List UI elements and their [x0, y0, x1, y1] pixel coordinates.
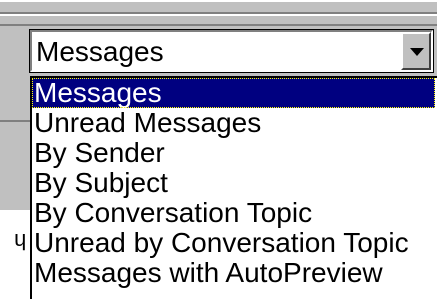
background-divider: [0, 120, 30, 122]
toolbar-separator-shadow: [0, 24, 437, 26]
combobox-dropdown-button[interactable]: [401, 32, 431, 70]
dropdown-option-unread-by-conversation-topic[interactable]: Unread by Conversation Topic: [32, 228, 409, 258]
background-partial-text: ɥ: [14, 226, 27, 251]
dropdown-option-by-sender[interactable]: By Sender: [32, 138, 165, 168]
toolbar-edge-highlight: [0, 0, 437, 2]
combobox-value: Messages: [36, 36, 164, 67]
chevron-down-icon: [410, 48, 424, 56]
view-dropdown-list[interactable]: Messages Unread Messages By Sender By Su…: [30, 76, 437, 299]
dropdown-option-messages[interactable]: Messages: [32, 78, 435, 108]
toolbar-separator-highlight: [0, 14, 437, 16]
view-combobox[interactable]: Messages: [29, 29, 434, 73]
dropdown-option-unread-messages[interactable]: Unread Messages: [32, 108, 261, 138]
dropdown-option-by-conversation-topic[interactable]: By Conversation Topic: [32, 198, 312, 228]
dropdown-option-by-subject[interactable]: By Subject: [32, 168, 168, 198]
dropdown-option-messages-with-autopreview[interactable]: Messages with AutoPreview: [32, 258, 383, 288]
